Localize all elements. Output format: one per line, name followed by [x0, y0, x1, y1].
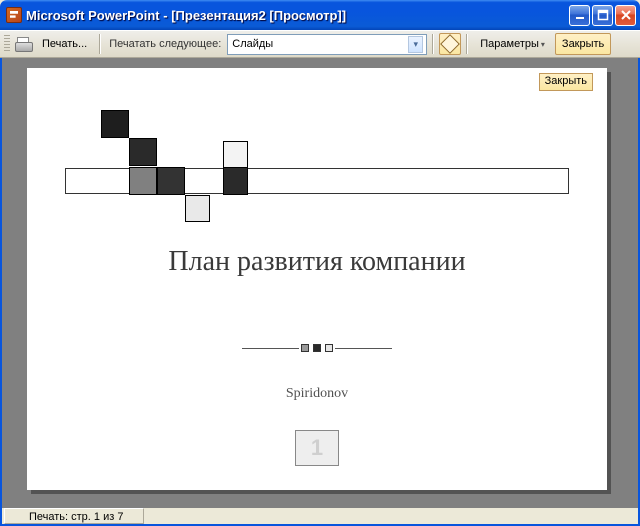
window-titlebar: Microsoft PowerPoint - [Презентация2 [Пр… — [0, 0, 640, 30]
decor-square — [185, 195, 210, 222]
slide-number-box: 1 — [295, 430, 339, 466]
status-bar: Печать: стр. 1 из 7 — [0, 508, 640, 526]
decor-square — [129, 138, 157, 166]
toolbar-separator — [466, 34, 468, 54]
decor-square — [157, 167, 185, 195]
toolbar-separator — [432, 34, 434, 54]
divider-square — [301, 344, 309, 352]
print-what-dropdown[interactable]: Слайды ▾ — [227, 34, 427, 55]
app-icon — [6, 7, 22, 23]
inpage-close-button[interactable]: Закрыть — [539, 73, 593, 91]
slide-author: Spiridonov — [27, 386, 607, 402]
status-text: Печать: стр. 1 из 7 — [4, 508, 144, 524]
divider-square — [325, 344, 333, 352]
divider-square — [313, 344, 321, 352]
maximize-icon — [597, 9, 609, 21]
close-icon — [620, 9, 632, 21]
print-preview-toolbar: Печать... Печатать следующее: Слайды ▾ П… — [0, 30, 640, 58]
toolbar-separator — [99, 34, 101, 54]
zoom-ruler-button[interactable] — [439, 33, 461, 55]
printer-icon — [15, 36, 31, 52]
slide-divider — [242, 342, 392, 354]
dropdown-selected-value: Слайды — [232, 38, 273, 50]
doc-title: [Презентация2 [Просмотр]] — [171, 8, 346, 23]
window-title: Microsoft PowerPoint - [Презентация2 [Пр… — [26, 8, 346, 23]
maximize-button[interactable] — [592, 5, 613, 26]
close-preview-label: Закрыть — [562, 38, 604, 50]
decor-square — [129, 167, 157, 195]
decor-square — [223, 141, 248, 168]
print-what-label: Печатать следующее: — [106, 38, 224, 50]
minimize-button[interactable] — [569, 5, 590, 26]
ruler-icon — [440, 34, 460, 54]
minimize-icon — [574, 9, 586, 21]
app-name: Microsoft PowerPoint — [26, 8, 160, 23]
toolbar-grip[interactable] — [4, 35, 10, 53]
chevron-down-icon: ▾ — [408, 36, 423, 53]
window-close-button[interactable] — [615, 5, 636, 26]
slide-page: Закрыть План развития компании Spiridono… — [27, 68, 607, 490]
close-preview-button[interactable]: Закрыть — [555, 33, 611, 55]
options-button[interactable]: Параметры ▾ — [473, 33, 552, 55]
print-preview-area: Закрыть План развития компании Spiridono… — [0, 58, 640, 508]
print-button-label: Печать... — [42, 38, 87, 50]
decor-square — [223, 167, 248, 195]
slide-title: План развития компании — [27, 246, 607, 278]
decor-square — [101, 110, 129, 138]
print-button[interactable]: Печать... — [35, 33, 94, 55]
slide-number: 1 — [311, 435, 323, 461]
options-button-label: Параметры — [480, 38, 539, 50]
chevron-down-icon: ▾ — [541, 40, 545, 49]
inpage-close-label: Закрыть — [545, 75, 587, 87]
